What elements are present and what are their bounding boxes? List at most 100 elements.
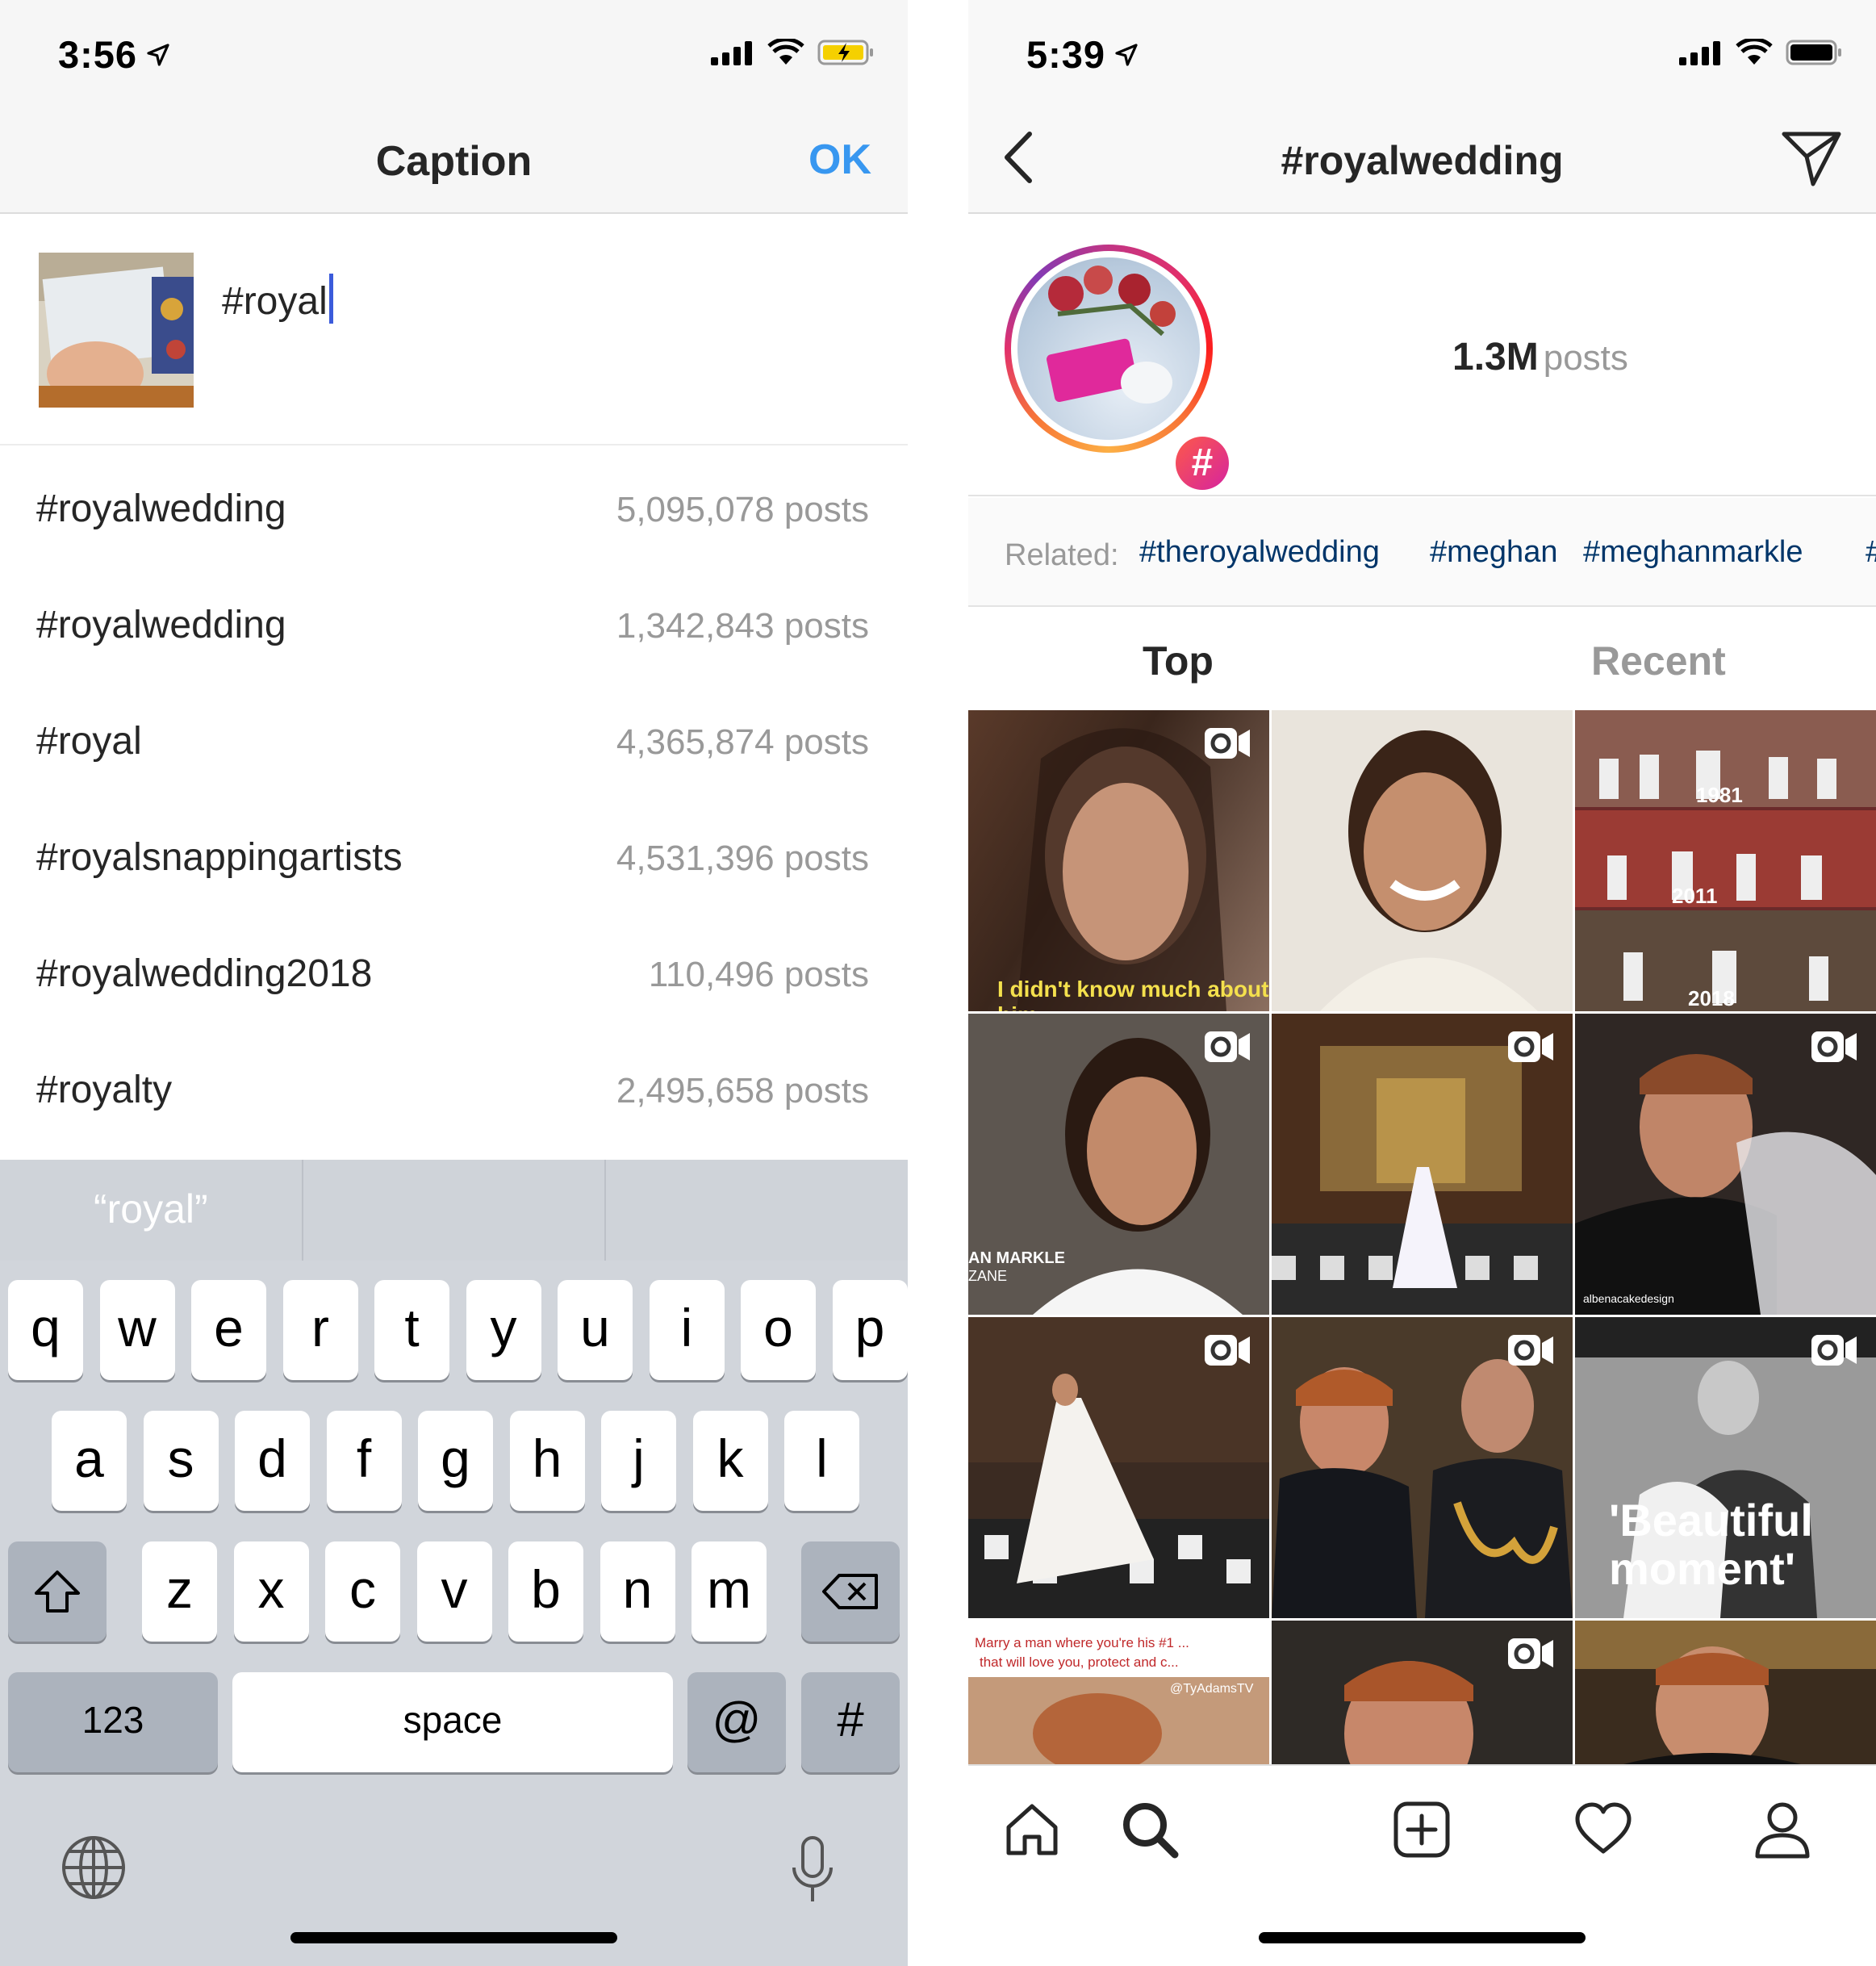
key-x[interactable]: x (233, 1541, 309, 1642)
key-a[interactable]: a (52, 1411, 127, 1511)
hashtag-profile: # 1.3M posts (968, 214, 1876, 496)
direct-send-icon[interactable] (1781, 129, 1842, 187)
key-z[interactable]: z (142, 1541, 217, 1642)
video-icon (1508, 1638, 1553, 1669)
related-tag[interactable]: #meghan (1430, 535, 1557, 570)
at-key[interactable]: @ (687, 1672, 786, 1772)
key-o[interactable]: o (741, 1280, 816, 1380)
post-overlay-text: 'Beautiful (1609, 1495, 1813, 1546)
suggestion-row[interactable]: #royal 4,365,874 posts (0, 680, 908, 797)
key-j[interactable]: j (601, 1411, 676, 1511)
text-cursor (328, 274, 333, 324)
related-tag[interactable]: # (1866, 535, 1876, 570)
video-icon (1508, 1335, 1553, 1366)
heart-icon[interactable] (1573, 1800, 1633, 1859)
search-icon[interactable] (1120, 1800, 1180, 1859)
prediction-1[interactable]: “royal” (0, 1160, 303, 1261)
post-credit: @TyAdamsTV (1170, 1682, 1254, 1696)
numbers-key[interactable]: 123 (8, 1672, 218, 1772)
caption-input[interactable]: #royal (222, 274, 333, 324)
post-count-unit: posts (1543, 338, 1628, 378)
microphone-icon[interactable] (789, 1835, 836, 1905)
grid-post[interactable] (1272, 1317, 1573, 1618)
key-t[interactable]: t (374, 1280, 449, 1380)
grid-post[interactable] (1272, 1621, 1573, 1764)
key-c[interactable]: c (325, 1541, 400, 1642)
battery-icon (1786, 40, 1841, 65)
key-y[interactable]: y (466, 1280, 541, 1380)
suggestion-count: 4,365,874 posts (616, 722, 869, 762)
location-arrow-icon (147, 44, 169, 66)
key-p[interactable]: p (832, 1280, 908, 1380)
tab-recent[interactable]: Recent (1591, 638, 1726, 684)
suggestion-count: 4,531,396 posts (616, 839, 869, 878)
video-icon (1205, 728, 1250, 759)
suggestion-row[interactable]: #royalwedding 1,342,843 posts (0, 564, 908, 680)
key-i[interactable]: i (649, 1280, 725, 1380)
home-icon[interactable] (1002, 1800, 1062, 1859)
add-icon[interactable] (1392, 1800, 1452, 1859)
suggestion-count: 2,495,658 posts (616, 1071, 869, 1111)
prediction-2[interactable] (303, 1160, 607, 1261)
grid-post[interactable]: Marry a man where you're his #1 ... that… (968, 1621, 1269, 1764)
key-h[interactable]: h (509, 1411, 585, 1511)
grid-post[interactable]: AN MARKLE ZANE (968, 1014, 1269, 1315)
hashtag-suggestions: #royalwedding 5,095,078 posts #royalweddi… (0, 448, 908, 1145)
suggestion-row[interactable]: #royalwedding 5,095,078 posts (0, 448, 908, 564)
story-ring[interactable]: # (1005, 245, 1234, 495)
suggestion-count: 110,496 posts (648, 955, 869, 994)
grid-post[interactable]: 1981 2011 2018 (1575, 710, 1876, 1011)
key-v[interactable]: v (416, 1541, 492, 1642)
key-g[interactable]: g (418, 1411, 493, 1511)
suggestion-row[interactable]: #royalwedding2018 110,496 posts (0, 913, 908, 1029)
year-label: 2018 (1688, 986, 1735, 1010)
post-grid: I didn't know much about him. 1981 2011 … (968, 710, 1876, 1764)
home-indicator (290, 1932, 617, 1943)
bottom-nav (968, 1764, 1876, 1966)
key-m[interactable]: m (691, 1541, 767, 1642)
status-time: 3:56 (58, 33, 138, 76)
video-icon (1205, 1031, 1250, 1062)
backspace-key[interactable] (801, 1541, 900, 1642)
video-icon (1508, 1031, 1553, 1062)
shift-key[interactable] (8, 1541, 107, 1642)
related-tag[interactable]: #theroyalwedding (1139, 535, 1380, 570)
key-r[interactable]: r (282, 1280, 358, 1380)
post-count-value: 1.3M (1452, 336, 1539, 379)
globe-icon[interactable] (60, 1834, 127, 1901)
ok-button[interactable]: OK (808, 136, 871, 184)
key-e[interactable]: e (191, 1280, 266, 1380)
key-d[interactable]: d (235, 1411, 310, 1511)
key-q[interactable]: q (8, 1280, 83, 1380)
key-w[interactable]: w (99, 1280, 175, 1380)
grid-post[interactable] (1575, 1621, 1876, 1764)
key-b[interactable]: b (508, 1541, 583, 1642)
key-f[interactable]: f (326, 1411, 402, 1511)
grid-post[interactable] (1272, 1014, 1573, 1315)
grid-post[interactable]: albenacakedesign (1575, 1014, 1876, 1315)
grid-post[interactable] (1272, 710, 1573, 1011)
key-l[interactable]: l (784, 1411, 859, 1511)
grid-post[interactable]: 'Beautiful moment' (1575, 1317, 1876, 1618)
related-bar: Related: #theroyalwedding #meghan #megha… (968, 498, 1876, 607)
tab-top[interactable]: Top (1143, 638, 1214, 684)
key-s[interactable]: s (143, 1411, 219, 1511)
space-key[interactable]: space (232, 1672, 673, 1772)
status-bar: 3:56 (0, 0, 908, 109)
hashtag-avatar (1017, 257, 1200, 440)
suggestion-row[interactable]: #royalsnappingartists 4,531,396 posts (0, 797, 908, 913)
key-u[interactable]: u (558, 1280, 633, 1380)
key-n[interactable]: n (600, 1541, 675, 1642)
related-tag[interactable]: #meghanmarkle (1583, 535, 1803, 570)
wifi-icon (767, 39, 804, 65)
caption-title: Caption (375, 138, 533, 185)
suggestion-row[interactable]: #royalty 2,495,658 posts (0, 1029, 908, 1145)
key-k[interactable]: k (692, 1411, 768, 1511)
hash-key[interactable]: # (801, 1672, 900, 1772)
status-time: 5:39 (1026, 33, 1106, 76)
prediction-3[interactable] (606, 1160, 908, 1261)
grid-post[interactable] (968, 1317, 1269, 1618)
grid-post[interactable]: I didn't know much about him. (968, 710, 1269, 1011)
profile-icon[interactable] (1753, 1800, 1812, 1859)
location-arrow-icon (1115, 44, 1138, 66)
